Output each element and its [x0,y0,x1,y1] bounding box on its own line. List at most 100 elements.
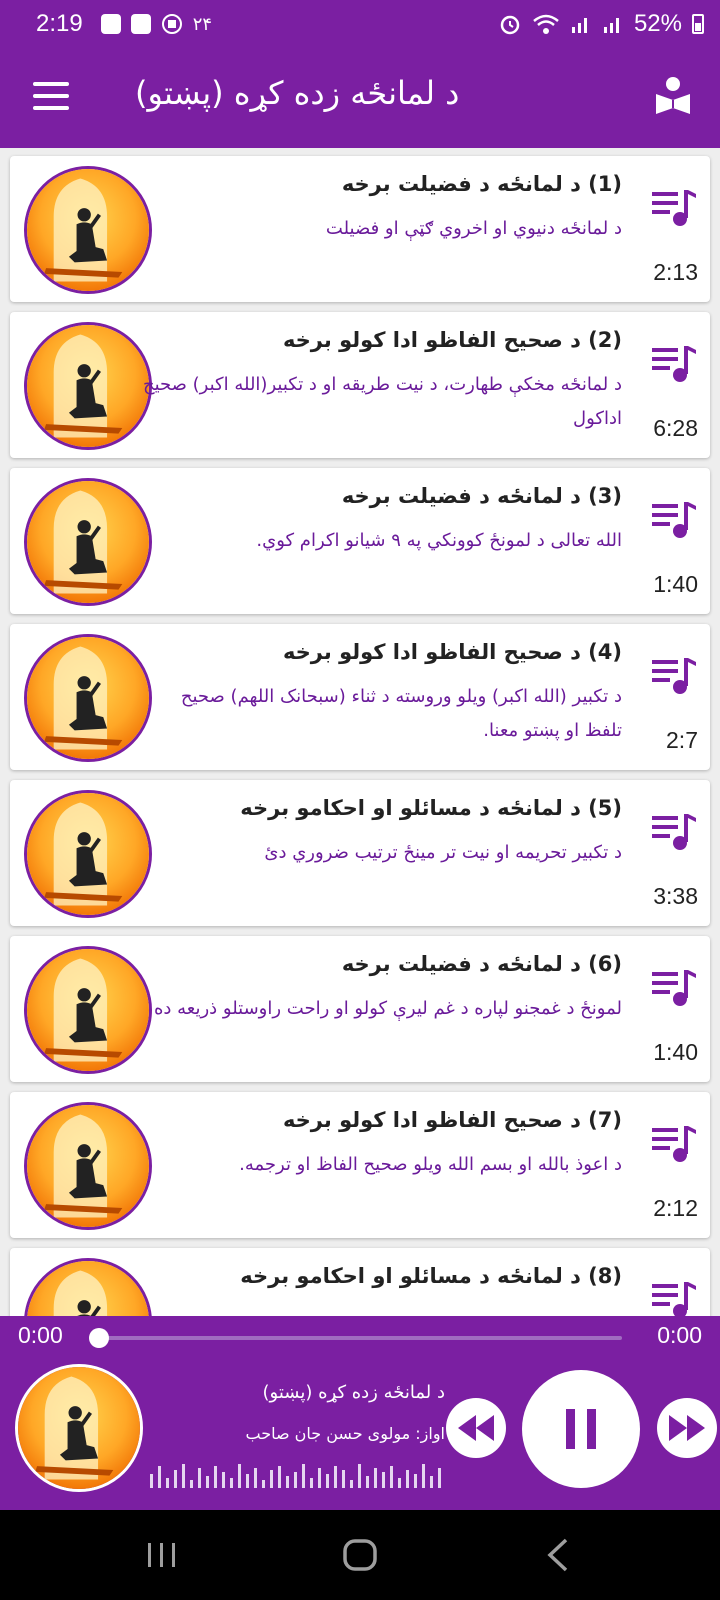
translate-notification-icon [161,14,182,34]
track-artwork [24,478,152,606]
track-title: (8) د لمانځه د مسائلو او احکامو برخه [240,1264,622,1288]
visualizer-bar [254,1468,257,1488]
queue-music-icon[interactable] [650,968,696,1008]
visualizer-bar [334,1466,337,1488]
visualizer-bar [310,1478,313,1488]
track-duration: 2:7 [666,727,698,753]
visualizer-bar [214,1466,217,1488]
check-notification-icon [100,14,121,34]
track-description: د لمانځه مخکې طهارت، د نیت طریقه او د تک… [142,374,622,429]
track-duration: 1:40 [653,571,698,597]
visualizer-bar [358,1464,361,1488]
system-navigation-bar [0,1510,720,1600]
seek-bar[interactable] [98,1336,622,1340]
signal-icon-2 [603,18,619,33]
visualizer-bar [182,1464,185,1488]
track-artwork [24,1102,152,1230]
pause-button[interactable] [522,1370,640,1488]
rewind-icon [458,1415,494,1441]
track-title: (6) د لمانځه د فضیلت برخه [341,952,622,976]
track-duration: 3:38 [653,883,698,909]
track-artwork [24,322,152,450]
system-icons: 52% [498,10,704,38]
queue-music-icon[interactable] [650,812,696,852]
wifi-icon [533,14,559,34]
track-description: د تکبیر تحریمه او نیت تر مینځ ترتیب ضرور… [264,842,622,863]
visualizer-bar [174,1470,177,1488]
track-card[interactable]: (8) د لمانځه د مسائلو او احکامو برخه [10,1248,710,1316]
track-duration: 1:40 [653,1039,698,1065]
visualizer-bar [158,1466,161,1488]
menu-icon[interactable] [33,82,69,110]
visualizer-bar [230,1478,233,1488]
track-duration: 2:12 [653,1195,698,1221]
track-card[interactable]: (3) د لمانځه د فضیلت برخه الله تعالی د ل… [10,468,710,614]
visualizer-bar [262,1480,265,1488]
back-icon [547,1538,568,1572]
queue-music-icon[interactable] [650,656,696,696]
visualizer-bar [422,1464,425,1488]
queue-music-icon[interactable] [650,500,696,540]
alarm-icon [500,15,520,35]
visualizer-bar [398,1478,401,1488]
seek-thumb[interactable] [89,1328,109,1348]
visualizer-bar [286,1476,289,1488]
queue-music-icon[interactable] [650,1280,696,1316]
home-button[interactable] [330,1530,390,1580]
visualizer-bar [390,1466,393,1488]
track-description: د اعوذ بالله او بسم الله ویلو صحیح الفاظ… [239,1154,622,1175]
status-time: 2:19 [36,10,83,37]
fast-forward-button[interactable] [657,1398,717,1458]
visualizer-bar [342,1470,345,1488]
track-card[interactable]: (5) د لمانځه د مسائلو او احکامو برخه د ت… [10,780,710,926]
visualizer-bar [238,1464,241,1488]
visualizer-bar [206,1476,209,1488]
visualizer-bar [438,1468,441,1488]
track-description: د تکبیر (الله اکبر) ویلو وروسته د ثناء (… [180,686,622,741]
track-description: د لمانځه دنیوي او اخروي ګټې او فضیلت [325,218,622,239]
pause-icon [566,1409,596,1449]
visualizer-bar [278,1466,281,1488]
now-playing-artist: اواز: مولوی حسن جان صاحب [245,1424,446,1443]
track-title: (4) د صحیح الفاظو ادا کولو برخه [282,640,622,664]
track-list[interactable]: (1) د لمانځه د فضیلت برخه د لمانځه دنیوي… [0,148,720,1316]
visualizer-bar [318,1468,321,1488]
visualizer-bar [222,1472,225,1488]
book-reader-icon[interactable] [654,76,692,116]
battery-icon [692,14,704,34]
visualizer-bar [150,1474,153,1488]
now-playing-title: د لمانځه زده کړه (پښتو) [262,1382,445,1403]
track-card[interactable]: (2) د صحیح الفاظو ادا کولو برخه د لمانځه… [10,312,710,458]
audio-player: 0:00 0:00 د لمانځه زده کړه (پښتو) اواز: … [0,1316,720,1510]
fast-forward-icon [669,1415,705,1441]
track-description: لمونځ د غمجنو لپاره د غم لیرې کولو او را… [153,998,622,1019]
app-notification-icon [130,14,151,34]
visualizer-bar [406,1470,409,1488]
back-button[interactable] [528,1530,588,1580]
track-card[interactable]: (4) د صحیح الفاظو ادا کولو برخه د تکبیر … [10,624,710,770]
visualizer-bar [414,1474,417,1488]
battery-percent: 52% [633,10,682,37]
visualizer-bar [374,1468,377,1488]
recents-icon [148,1543,175,1567]
track-title: (5) د لمانځه د مسائلو او احکامو برخه [240,796,622,820]
track-title: (2) د صحیح الفاظو ادا کولو برخه [282,328,622,352]
rewind-button[interactable] [446,1398,506,1458]
visualizer-bar [198,1468,201,1488]
track-card[interactable]: (6) د لمانځه د فضیلت برخه لمونځ د غمجنو … [10,936,710,1082]
audio-visualizer [150,1462,441,1488]
visualizer-bar [302,1464,305,1488]
visualizer-bar [326,1474,329,1488]
track-duration: 6:28 [653,415,698,441]
visualizer-bar [270,1470,273,1488]
track-card[interactable]: (7) د صحیح الفاظو ادا کولو برخه د اعوذ ب… [10,1092,710,1238]
home-icon [343,1539,377,1571]
track-card[interactable]: (1) د لمانځه د فضیلت برخه د لمانځه دنیوي… [10,156,710,302]
track-artwork [24,790,152,918]
queue-music-icon[interactable] [650,1124,696,1164]
visualizer-bar [430,1476,433,1488]
notification-icons: ۲۴ [100,13,212,35]
queue-music-icon[interactable] [650,188,696,228]
queue-music-icon[interactable] [650,344,696,384]
recents-button[interactable] [132,1530,192,1580]
